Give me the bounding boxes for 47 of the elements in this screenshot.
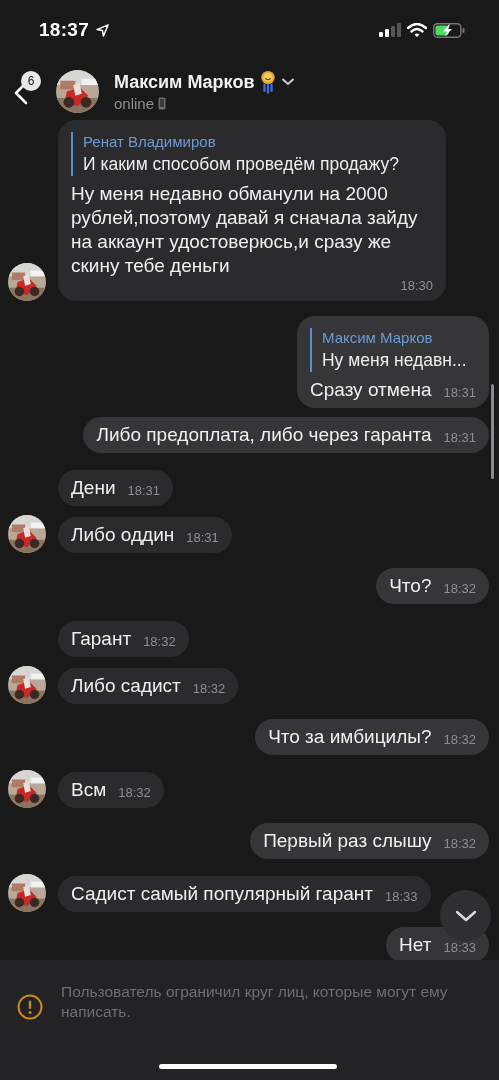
message-text: Гарант [71,627,132,651]
message-text: Садист самый популярный гарант [71,882,373,906]
online-status: online [114,95,155,112]
message-text: Либо оддин [71,523,175,547]
message-text: Первый раз слышу [263,829,432,853]
reply-text: Ну меня недавн... [322,349,468,372]
wifi-icon [407,22,427,38]
message-time: 18:33 [443,940,476,956]
caret-icon[interactable] [282,78,295,86]
message-time: 18:33 [385,889,418,905]
reply-text: И каким способом проведём продажу? [83,153,400,176]
restriction-notice: Пользователь ограничил круг лиц, которые могут ему написать. [61,982,449,1022]
message-time: 18:31 [443,385,476,401]
message-time: 18:31 [186,530,219,546]
chevron-down-icon [454,909,477,922]
message-time: 18:32 [118,785,151,801]
warning-icon [17,994,43,1020]
status-time: 18:37 [39,19,90,41]
message-time: 18:30 [400,278,433,294]
message-text: Ну меня недавно обманули на 2000 рублей,поэтому давай я сначала зайду на аккаунт удостоверюсь,и сразу же скину тебе деньги [71,182,419,278]
scroll-down-button[interactable] [440,890,491,941]
reply-author: Ренат Владимиров [83,132,217,152]
reply-author: Максим Марков [322,328,434,348]
unread-badge: 6 [21,71,41,91]
quoted-reply[interactable]: Ренат Владимиров И каким способом проведём продажу? [71,132,433,176]
phone-icon [158,97,167,110]
message-time: 18:32 [192,681,226,697]
location-arrow-icon [96,23,110,37]
message-time: 18:32 [443,581,476,597]
message-time: 18:32 [443,732,476,748]
message-text: Нет [399,933,432,957]
message-text: Что? [389,574,432,598]
message-time: 18:31 [127,483,161,499]
smiley-icon [260,70,277,94]
quoted-reply[interactable]: Максим Марков Ну меня недавн... [310,328,476,372]
message-text: Либо садист [71,674,181,698]
message-text: Что за имбицилы? [268,725,432,749]
contact-name[interactable]: Максим Марков [114,71,255,93]
message-text: Всм [71,778,107,802]
message-text: Либо предоплата, либо через гаранта [96,423,432,447]
message-time: 18:32 [143,634,176,650]
message-text: Сразу отмена [310,378,432,402]
signal-icon [379,23,401,37]
message-time: 18:31 [443,430,476,446]
message-time: 18:32 [443,836,476,852]
message-text: Дени [71,476,116,500]
battery-charging-icon [433,22,465,38]
